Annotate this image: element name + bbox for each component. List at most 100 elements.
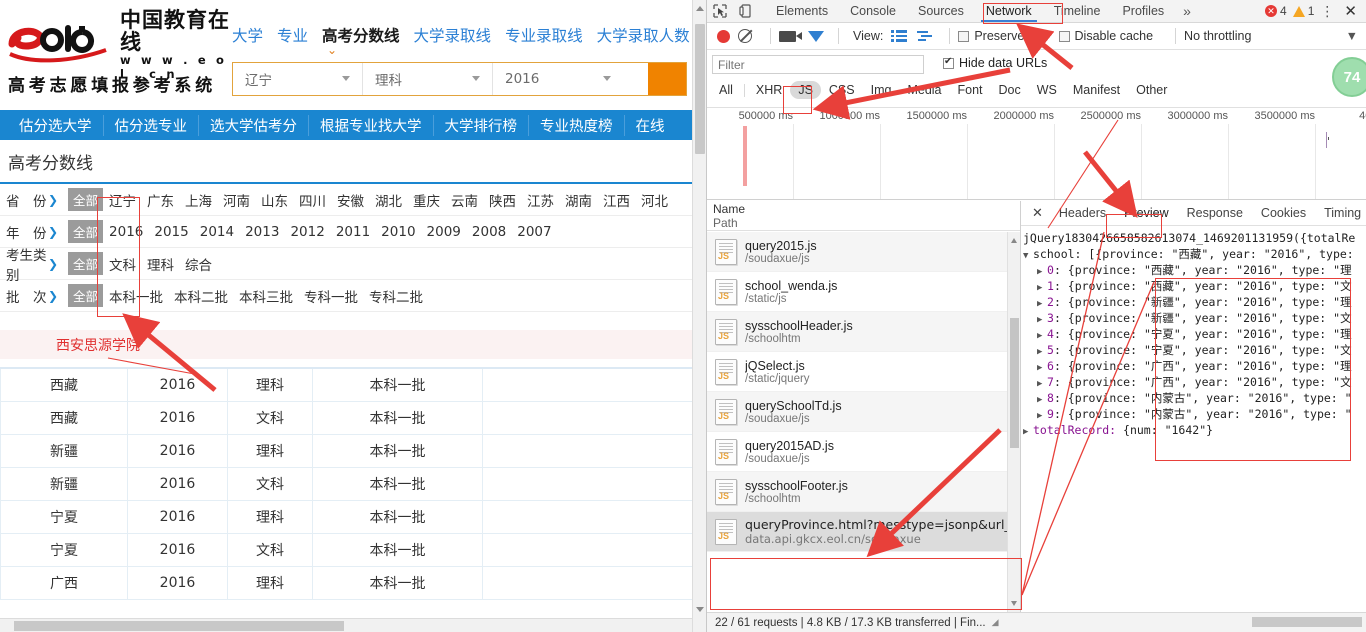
network-timeline-overview[interactable]: 500000 ms 1000000 ms 1500000 ms 2000000 …	[707, 108, 1366, 200]
table-row[interactable]: 新疆 2016 理科 本科一批	[0, 433, 693, 468]
request-list-scrollbar[interactable]	[1007, 232, 1020, 612]
scrollbar-thumb[interactable]	[695, 24, 705, 154]
filter-option[interactable]: 2013	[245, 224, 279, 240]
close-detail-icon[interactable]: ✕	[1025, 205, 1050, 221]
tab-response[interactable]: Response	[1178, 201, 1252, 225]
tab-profiles[interactable]: Profiles	[1111, 0, 1175, 22]
filter-option[interactable]: 重庆	[413, 190, 440, 210]
filter-label-year[interactable]: 年 份 ❯	[0, 222, 62, 242]
expand-triangle-icon[interactable]: ▶	[1037, 328, 1047, 342]
subnav-item-2[interactable]: 选大学估考分	[199, 114, 309, 136]
nav-item-4[interactable]: 专业录取线	[505, 24, 583, 46]
filter-option[interactable]: 江苏	[527, 190, 554, 210]
type-filter-doc[interactable]: Doc	[991, 81, 1029, 99]
expand-triangle-icon[interactable]: ▶	[1037, 392, 1047, 406]
filter-option[interactable]: 综合	[185, 254, 212, 274]
filter-option[interactable]: 本科三批	[239, 286, 293, 306]
error-count-badge[interactable]: ✕ 4	[1265, 4, 1287, 18]
filter-option[interactable]: 江西	[603, 190, 630, 210]
scroll-up-arrow-icon[interactable]	[1011, 238, 1017, 243]
subnav-item-5[interactable]: 专业热度榜	[529, 114, 625, 136]
filter-option[interactable]: 本科二批	[174, 286, 228, 306]
waterfall-view-icon[interactable]	[917, 30, 933, 43]
request-list-item[interactable]: JS querySchoolTd.js /soudaxue/js	[707, 392, 1020, 432]
collapse-triangle-icon[interactable]: ▼	[1023, 248, 1033, 262]
hide-data-urls-checkbox[interactable]: Hide data URLs	[943, 56, 1047, 70]
filter-option[interactable]: 陕西	[489, 190, 516, 210]
type-filter-css[interactable]: CSS	[821, 81, 863, 99]
filter-funnel-icon[interactable]	[808, 30, 824, 58]
filter-option[interactable]: 安徽	[337, 190, 364, 210]
json-school-line[interactable]: ▼ school: [{province: "西藏", year: "2016",…	[1023, 246, 1366, 262]
type-filter-media[interactable]: Media	[899, 81, 949, 99]
type-filter-ws[interactable]: WS	[1029, 81, 1065, 99]
expand-triangle-icon[interactable]: ▶	[1037, 408, 1047, 422]
page-vertical-scrollbar[interactable]	[692, 0, 706, 632]
close-icon[interactable]: ✕	[1340, 2, 1361, 20]
filter-option[interactable]: 2009	[427, 224, 461, 240]
expand-triangle-icon[interactable]: ▶	[1023, 424, 1033, 438]
request-list-item[interactable]: JS jQSelect.js /static/jquery	[707, 352, 1020, 392]
province-select[interactable]: 辽宁	[233, 63, 363, 95]
type-filter-img[interactable]: Img	[863, 81, 900, 99]
filter-option[interactable]: 广东	[147, 190, 174, 210]
table-row[interactable]: 新疆 2016 文科 本科一批	[0, 466, 693, 501]
tab-cookies[interactable]: Cookies	[1252, 201, 1315, 225]
filter-option[interactable]: 四川	[299, 190, 326, 210]
nav-item-0[interactable]: 大学	[232, 24, 263, 46]
filter-option[interactable]: 理科	[147, 254, 174, 274]
filter-option[interactable]: 湖南	[565, 190, 592, 210]
filter-label-province[interactable]: 省 份 ❯	[0, 190, 62, 210]
tab-console[interactable]: Console	[839, 0, 907, 22]
warning-count-badge[interactable]: 1	[1292, 4, 1314, 18]
filter-option[interactable]: 上海	[185, 190, 212, 210]
type-filter-other[interactable]: Other	[1128, 81, 1175, 99]
school-name-banner[interactable]: 西安思源学院	[0, 330, 692, 360]
json-entry-row[interactable]: ▶ 0: {province: "西藏", year: "2016", type:…	[1023, 262, 1366, 278]
filter-option[interactable]: 山东	[261, 190, 288, 210]
scrollbar-thumb[interactable]	[1252, 617, 1362, 627]
clear-button-icon[interactable]	[738, 29, 752, 43]
network-filter-input[interactable]	[712, 55, 924, 74]
device-toolbar-icon[interactable]	[733, 0, 759, 22]
search-button[interactable]	[648, 63, 686, 95]
kebab-menu-icon[interactable]: ⋮	[1320, 4, 1334, 18]
expand-triangle-icon[interactable]: ▶	[1037, 312, 1047, 326]
tab-timing[interactable]: Timing	[1315, 201, 1366, 225]
expand-triangle-icon[interactable]: ▶	[1037, 296, 1047, 310]
expand-triangle-icon[interactable]: ▶	[1037, 264, 1047, 278]
expand-triangle-icon[interactable]: ▶	[1037, 344, 1047, 358]
type-filter-font[interactable]: Font	[950, 81, 991, 99]
filter-label-batch[interactable]: 批 次 ❯	[0, 286, 62, 306]
filter-option[interactable]: 湖北	[375, 190, 402, 210]
nav-item-1[interactable]: 专业	[277, 24, 308, 46]
request-list-item[interactable]: JS school_wenda.js /static/js	[707, 272, 1020, 312]
filter-option[interactable]: 云南	[451, 190, 478, 210]
scrollbar-thumb[interactable]	[14, 621, 344, 631]
tab-sources[interactable]: Sources	[907, 0, 975, 22]
list-view-icon[interactable]	[891, 30, 908, 42]
filter-option[interactable]: 2007	[517, 224, 551, 240]
column-header-path[interactable]: Path	[713, 216, 1020, 230]
subnav-item-4[interactable]: 大学排行榜	[434, 114, 529, 136]
table-row[interactable]: 宁夏 2016 文科 本科一批	[0, 532, 693, 567]
expand-triangle-icon[interactable]: ▶	[1037, 280, 1047, 294]
filter-label-candidate-type[interactable]: 考生类别 ❯	[0, 244, 62, 284]
table-row[interactable]: 西藏 2016 理科 本科一批	[0, 367, 693, 402]
scroll-down-arrow-icon[interactable]	[696, 607, 704, 612]
scroll-up-arrow-icon[interactable]	[696, 6, 704, 11]
filter-option[interactable]: 2014	[200, 224, 234, 240]
record-button-icon[interactable]	[717, 29, 730, 43]
request-list-item[interactable]: JS sysschoolHeader.js /schoolhtm	[707, 312, 1020, 352]
request-list-item-selected[interactable]: JS queryProvince.html?messtype=jsonp&url…	[707, 512, 1020, 552]
subnav-item-6[interactable]: 在线	[625, 115, 676, 136]
table-row[interactable]: 广西 2016 理科 本科一批	[0, 565, 693, 600]
filter-option[interactable]: 2012	[290, 224, 324, 240]
filter-option[interactable]: 2011	[336, 224, 370, 240]
filter-option[interactable]: 2008	[472, 224, 506, 240]
filter-option[interactable]: 河南	[223, 190, 250, 210]
filter-option[interactable]: 专科二批	[369, 286, 423, 306]
page-horizontal-scrollbar[interactable]	[0, 618, 692, 632]
subject-select[interactable]: 理科	[363, 63, 493, 95]
resize-handle-icon[interactable]: ◢	[992, 617, 999, 628]
